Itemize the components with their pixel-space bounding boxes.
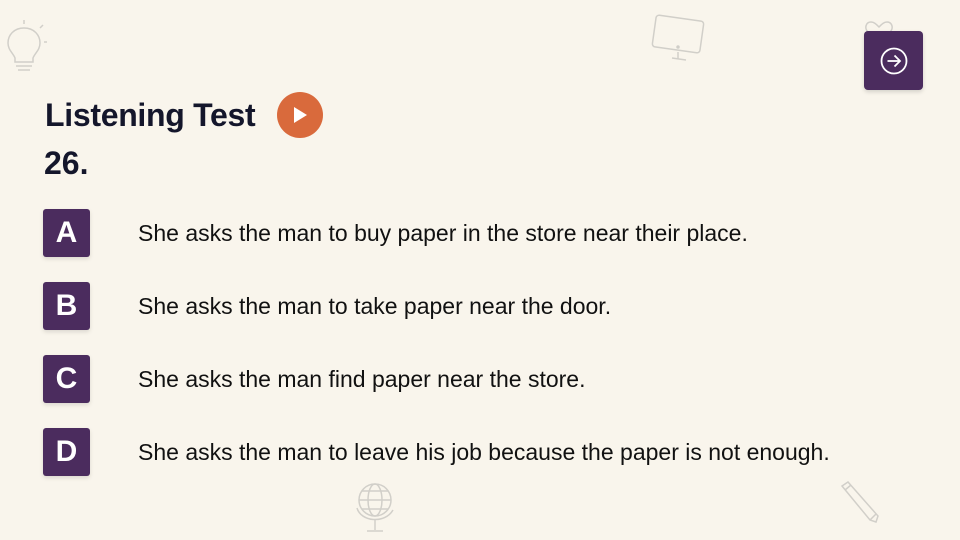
option-text: She asks the man find paper near the sto… xyxy=(138,365,586,392)
play-audio-button[interactable] xyxy=(277,92,324,138)
next-button[interactable] xyxy=(864,31,923,90)
globe-icon xyxy=(353,478,399,536)
option-c[interactable]: C She asks the man find paper near the s… xyxy=(43,355,586,403)
option-b[interactable]: B She asks the man to take paper near th… xyxy=(43,282,611,330)
option-letter[interactable]: C xyxy=(43,355,90,403)
option-letter[interactable]: D xyxy=(43,428,90,476)
question-number: 26. xyxy=(44,145,89,181)
pencil-icon xyxy=(836,478,882,524)
play-icon xyxy=(294,107,308,123)
option-a[interactable]: A She asks the man to buy paper in the s… xyxy=(43,209,748,257)
option-letter[interactable]: A xyxy=(43,209,90,257)
option-text: She asks the man to buy paper in the sto… xyxy=(138,219,748,246)
page-title: Listening Test xyxy=(45,96,256,133)
option-letter[interactable]: B xyxy=(43,282,90,330)
option-text: She asks the man to take paper near the … xyxy=(138,292,612,319)
arrow-right-circle-icon xyxy=(880,47,907,74)
option-d[interactable]: D She asks the man to leave his job beca… xyxy=(43,428,830,476)
option-text: She asks the man to leave his job becaus… xyxy=(138,438,830,465)
title-row: Listening Test xyxy=(45,92,324,138)
monitor-icon xyxy=(650,14,706,64)
lightbulb-icon xyxy=(0,20,48,76)
